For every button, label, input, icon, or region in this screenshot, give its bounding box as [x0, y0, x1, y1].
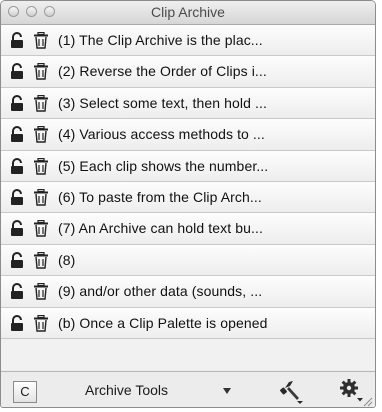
clip-label: (3) Select some text, then hold ...: [58, 94, 267, 111]
clip-row[interactable]: (4) Various access methods to ...: [1, 119, 375, 151]
lock-icon[interactable]: [9, 283, 25, 300]
clip-label: (5) Each clip shows the number...: [58, 157, 269, 174]
lock-icon[interactable]: [9, 314, 25, 332]
trash-icon[interactable]: [33, 63, 49, 81]
trash-icon[interactable]: [33, 283, 49, 300]
clip-label: (9) and/or other data (sounds, ...: [58, 283, 263, 300]
trash-icon[interactable]: [33, 188, 49, 206]
clip-label: (7) An Archive can hold text bu...: [58, 220, 263, 237]
clip-label: (1) The Clip Archive is the plac...: [58, 32, 263, 48]
triangle-down-icon[interactable]: [223, 388, 231, 394]
clip-row[interactable]: (5) Each clip shows the number...: [1, 150, 375, 182]
clip-row[interactable]: (3) Select some text, then hold ...: [1, 87, 375, 120]
clip-row[interactable]: (1) The Clip Archive is the plac...: [1, 25, 375, 57]
trash-icon[interactable]: [33, 251, 49, 269]
clip-label: (4) Various access methods to ...: [58, 126, 265, 143]
clip-label: (b) Once a Clip Palette is opened: [58, 314, 268, 331]
lock-icon[interactable]: [9, 32, 25, 49]
hammer-icon[interactable]: [277, 376, 305, 404]
lock-icon[interactable]: [9, 94, 25, 112]
clip-list: (1) The Clip Archive is the plac... (2) R…: [1, 25, 375, 370]
window-title: Clip Archive: [151, 4, 225, 20]
lock-icon[interactable]: [9, 157, 25, 175]
clip-row[interactable]: (2) Reverse the Order of Clips i...: [1, 56, 375, 88]
resize-grip-icon[interactable]: [363, 397, 373, 407]
clip-archive-window: Clip Archive (1) The Clip Archive is the…: [0, 0, 376, 408]
lock-icon[interactable]: [9, 126, 25, 143]
clip-row[interactable]: (9) and/or other data (sounds, ...: [1, 276, 375, 308]
trash-icon[interactable]: [33, 31, 49, 49]
lock-icon[interactable]: [9, 251, 25, 269]
clip-label: (6) To paste from the Clip Arch...: [58, 188, 262, 205]
title-bar[interactable]: Clip Archive: [1, 1, 375, 25]
clip-row[interactable]: (b) Once a Clip Palette is opened: [1, 307, 375, 339]
trash-icon[interactable]: [33, 157, 49, 175]
archive-tools-menu[interactable]: Archive Tools: [85, 382, 168, 398]
clip-row[interactable]: (7) An Archive can hold text bu...: [1, 213, 375, 245]
clip-label: (2) Reverse the Order of Clips i...: [58, 63, 267, 80]
empty-list-area: [1, 338, 375, 370]
lock-icon[interactable]: [9, 188, 25, 206]
bottom-toolbar: C Archive Tools: [1, 371, 375, 407]
trash-icon[interactable]: [33, 94, 49, 112]
lock-icon[interactable]: [9, 220, 25, 237]
c-button[interactable]: C: [13, 381, 37, 403]
lock-icon[interactable]: [9, 63, 25, 80]
clip-row[interactable]: (6) To paste from the Clip Arch...: [1, 181, 375, 214]
clip-row[interactable]: (8): [1, 244, 375, 277]
trash-icon[interactable]: [33, 126, 49, 143]
trash-icon[interactable]: [33, 220, 49, 238]
gear-icon[interactable]: [338, 376, 366, 404]
clip-label: (8): [58, 251, 76, 268]
trash-icon[interactable]: [33, 314, 49, 332]
